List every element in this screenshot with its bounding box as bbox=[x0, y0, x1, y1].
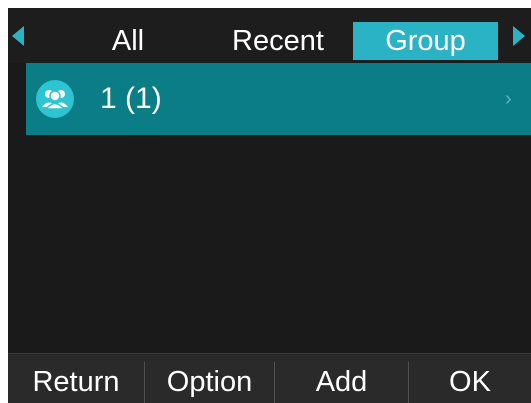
tab-recent[interactable]: Recent bbox=[205, 22, 351, 60]
chevron-right-icon: › bbox=[505, 88, 512, 110]
ok-button[interactable]: OK bbox=[409, 354, 531, 403]
group-icon bbox=[36, 80, 74, 118]
tab-right-arrow-icon[interactable] bbox=[513, 26, 525, 46]
list-item[interactable]: 1 (1) › bbox=[26, 63, 531, 135]
tab-all[interactable]: All bbox=[68, 22, 188, 60]
phone-screen: All Recent Group 1 (1) › Return Option A… bbox=[8, 8, 531, 403]
group-name-label: 1 (1) bbox=[100, 82, 162, 115]
tab-group[interactable]: Group bbox=[353, 22, 498, 60]
option-button[interactable]: Option bbox=[145, 354, 274, 403]
return-button[interactable]: Return bbox=[8, 354, 144, 403]
tab-bar: All Recent Group bbox=[8, 8, 531, 63]
softkey-bar: Return Option Add OK bbox=[8, 353, 531, 403]
add-button[interactable]: Add bbox=[275, 354, 408, 403]
group-list: 1 (1) › bbox=[26, 63, 531, 135]
tab-left-arrow-icon[interactable] bbox=[12, 26, 24, 46]
